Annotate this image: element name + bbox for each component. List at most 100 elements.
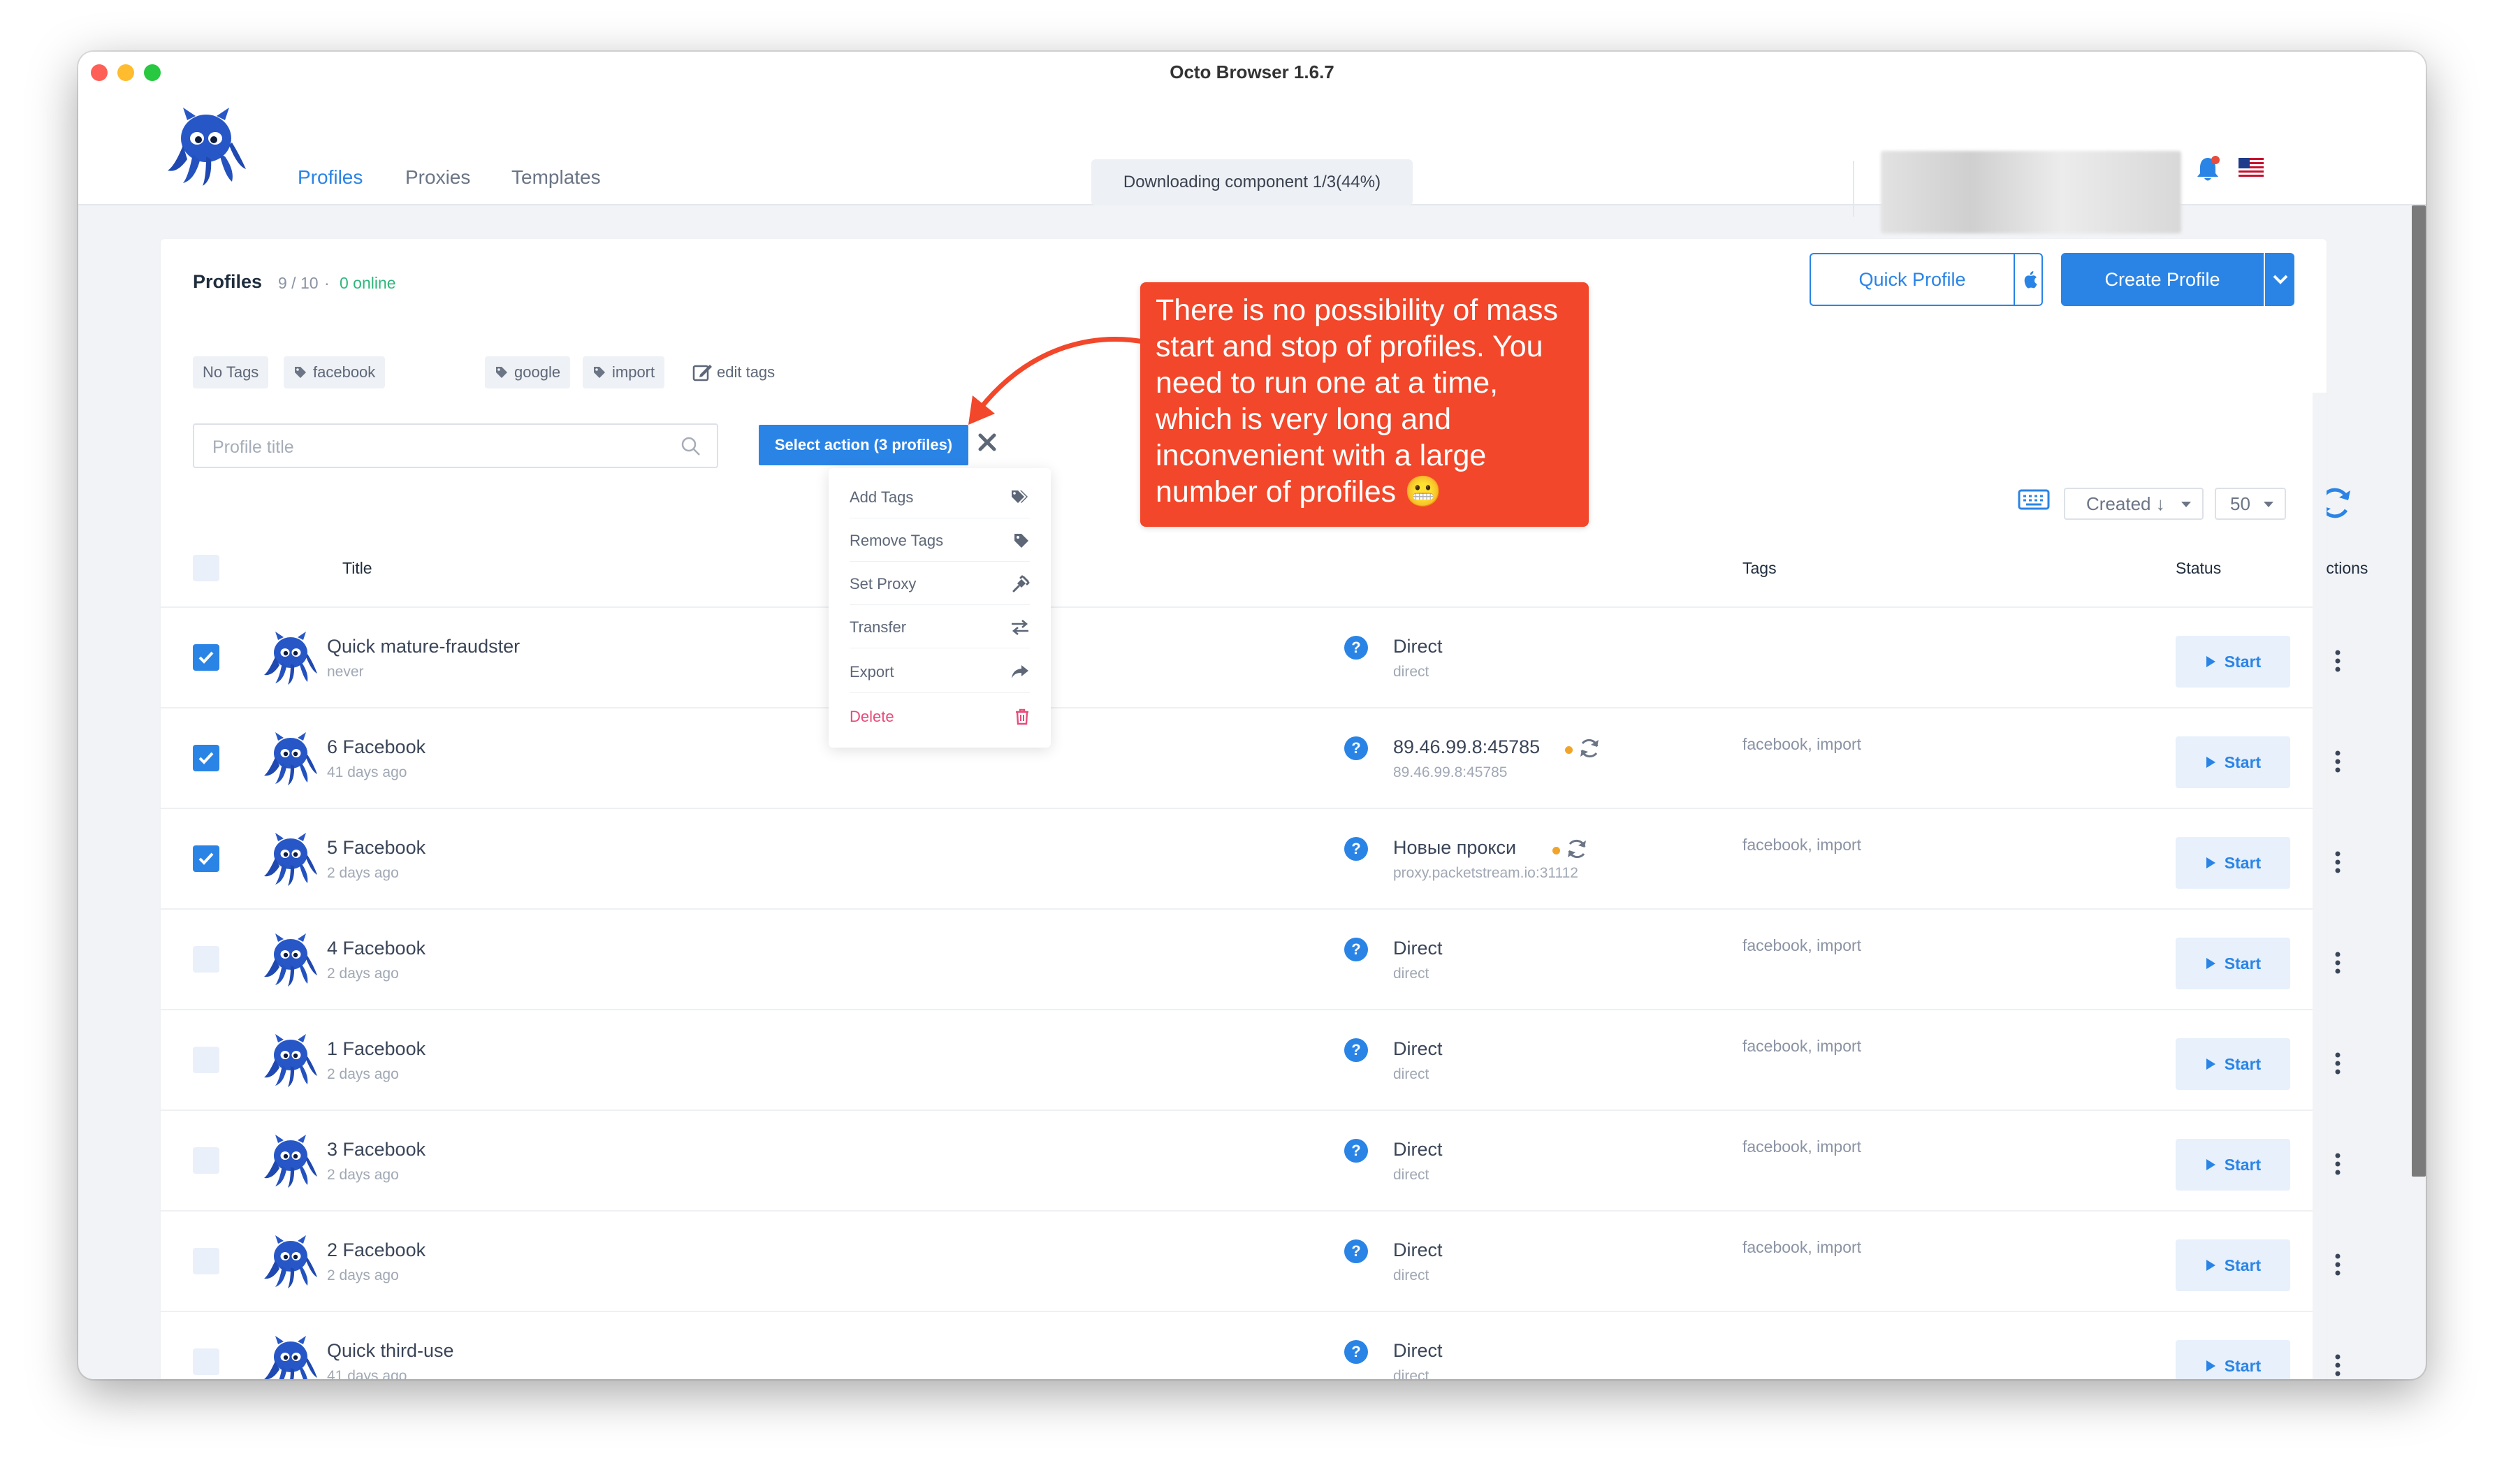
select-all-checkbox[interactable]	[193, 555, 219, 581]
scrollbar-track[interactable]	[2313, 393, 2327, 1379]
row-checkbox[interactable]	[193, 644, 219, 671]
row-actions-menu[interactable]	[2334, 1252, 2342, 1281]
row-checkbox[interactable]	[193, 1248, 219, 1274]
row-actions-menu[interactable]	[2334, 850, 2342, 878]
menu-item-delete[interactable]: Delete	[850, 696, 1030, 738]
menu-item-transfer[interactable]: Transfer	[850, 606, 1030, 648]
profile-name[interactable]: 2 Facebook	[327, 1239, 425, 1261]
chevron-down-icon[interactable]	[2272, 272, 2289, 286]
start-button[interactable]: Start	[2176, 1239, 2290, 1291]
edit-tags-link[interactable]: edit tags	[692, 362, 775, 383]
profile-last-run: 41 days ago	[327, 764, 407, 780]
tag-filter-no-tags[interactable]: No Tags	[193, 356, 269, 388]
menu-item-add-tags[interactable]: Add Tags	[850, 477, 1030, 518]
row-checkbox[interactable]	[193, 1047, 219, 1073]
more-vertical-icon[interactable]	[2334, 648, 2342, 674]
scrollbar-thumb[interactable]	[2412, 205, 2426, 1177]
profile-name[interactable]: 6 Facebook	[327, 736, 425, 758]
keyboard-icon[interactable]	[2018, 489, 2050, 510]
sync-icon[interactable]	[1565, 837, 1589, 861]
search-icon[interactable]	[680, 436, 701, 457]
row-actions-menu[interactable]	[2334, 1353, 2342, 1379]
user-account-blurred[interactable]	[1881, 151, 2181, 233]
apple-icon[interactable]	[2023, 271, 2039, 289]
table-row[interactable]: 5 Facebook 2 days ago? Новые прокси proxy.p…	[161, 809, 2341, 910]
table-row[interactable]: 2 Facebook 2 days ago? Direct direct faceboo…	[161, 1212, 2341, 1312]
nav-proxies[interactable]: Proxies	[405, 166, 470, 189]
tag-filter-facebook[interactable]: facebook	[284, 356, 386, 388]
more-vertical-icon[interactable]	[2334, 1252, 2342, 1277]
table-row[interactable]: Quick third-use 41 days ago? Direct direct S…	[161, 1312, 2341, 1379]
start-button[interactable]: Start	[2176, 1038, 2290, 1090]
profile-name[interactable]: 4 Facebook	[327, 938, 425, 959]
start-button[interactable]: Start	[2176, 1139, 2290, 1191]
table-row[interactable]: 1 Facebook 2 days ago? Direct direct faceboo…	[161, 1010, 2341, 1111]
more-vertical-icon[interactable]	[2334, 1151, 2342, 1177]
profile-name[interactable]: Quick third-use	[327, 1340, 454, 1362]
quick-profile-button[interactable]: Quick Profile	[1810, 253, 2043, 306]
help-icon[interactable]: ?	[1344, 1139, 1368, 1163]
profile-name[interactable]: 5 Facebook	[327, 837, 425, 859]
table-row[interactable]: 3 Facebook 2 days ago? Direct direct faceboo…	[161, 1111, 2341, 1212]
start-button[interactable]: Start	[2176, 837, 2290, 889]
tag-filter-import[interactable]: import	[583, 356, 665, 388]
row-actions-menu[interactable]	[2334, 950, 2342, 979]
row-checkbox[interactable]	[193, 946, 219, 973]
menu-item-set-proxy[interactable]: Set Proxy	[850, 563, 1030, 605]
table-row[interactable]: 6 Facebook 41 days ago? 89.46.99.8:45785 89…	[161, 708, 2341, 809]
tag-icon	[496, 367, 507, 378]
table-row[interactable]: Quick mature-fraudster never? Direct direct…	[161, 608, 2341, 708]
sort-select[interactable]: Created ↓	[2064, 488, 2204, 520]
bell-icon[interactable]	[2195, 155, 2220, 183]
profile-name[interactable]: 1 Facebook	[327, 1038, 425, 1060]
close-icon[interactable]	[977, 432, 998, 453]
profile-name[interactable]: Quick mature-fraudster	[327, 636, 520, 657]
help-icon[interactable]: ?	[1344, 1239, 1368, 1263]
nav-templates[interactable]: Templates	[511, 166, 601, 189]
proxy-sync-button[interactable]	[1565, 837, 1589, 864]
select-action-button[interactable]: Select action (3 profiles)	[759, 425, 968, 465]
row-checkbox[interactable]	[193, 745, 219, 771]
quick-profile-divider	[2014, 254, 2015, 305]
row-checkbox[interactable]	[193, 1348, 219, 1375]
help-icon[interactable]: ?	[1344, 938, 1368, 961]
menu-item-remove-tags[interactable]: Remove Tags	[850, 520, 1030, 562]
tag-filter-google[interactable]: google	[485, 356, 571, 388]
row-checkbox[interactable]	[193, 1147, 219, 1174]
row-checkbox[interactable]	[193, 845, 219, 872]
more-vertical-icon[interactable]	[2334, 1353, 2342, 1378]
help-icon[interactable]: ?	[1344, 636, 1368, 660]
more-vertical-icon[interactable]	[2334, 749, 2342, 774]
proxy-sync-button[interactable]	[1578, 736, 1601, 764]
start-label: Start	[2224, 853, 2262, 872]
search-field[interactable]: Profile title	[193, 423, 718, 468]
help-icon[interactable]: ?	[1344, 837, 1368, 861]
table-row[interactable]: 4 Facebook 2 days ago? Direct direct faceboo…	[161, 910, 2341, 1010]
column-status: Status	[2176, 559, 2222, 577]
create-profile-button[interactable]: Create Profile	[2061, 253, 2294, 306]
start-button[interactable]: Start	[2176, 1340, 2290, 1379]
column-title[interactable]: Title	[342, 559, 372, 578]
more-vertical-icon[interactable]	[2334, 1051, 2342, 1076]
row-actions-menu[interactable]	[2334, 1051, 2342, 1079]
more-vertical-icon[interactable]	[2334, 850, 2342, 875]
caret-down-icon	[2264, 502, 2273, 507]
sync-icon[interactable]	[1578, 736, 1601, 760]
nav-profiles[interactable]: Profiles	[298, 166, 363, 189]
search-input[interactable]: Profile title	[212, 437, 294, 458]
page-size-select[interactable]: 50	[2215, 488, 2286, 520]
menu-item-export[interactable]: Export	[850, 651, 1030, 693]
start-button[interactable]: Start	[2176, 938, 2290, 989]
help-icon[interactable]: ?	[1344, 1038, 1368, 1062]
more-vertical-icon[interactable]	[2334, 950, 2342, 975]
row-actions-menu[interactable]	[2334, 749, 2342, 778]
row-actions-menu[interactable]	[2334, 1151, 2342, 1180]
start-button[interactable]: Start	[2176, 736, 2290, 788]
us-flag-icon[interactable]	[2239, 158, 2264, 179]
row-actions-menu[interactable]	[2334, 648, 2342, 677]
start-button[interactable]: Start	[2176, 636, 2290, 688]
octopus-logo[interactable]	[162, 103, 250, 187]
profile-name[interactable]: 3 Facebook	[327, 1139, 425, 1161]
help-icon[interactable]: ?	[1344, 1340, 1368, 1364]
help-icon[interactable]: ?	[1344, 736, 1368, 760]
